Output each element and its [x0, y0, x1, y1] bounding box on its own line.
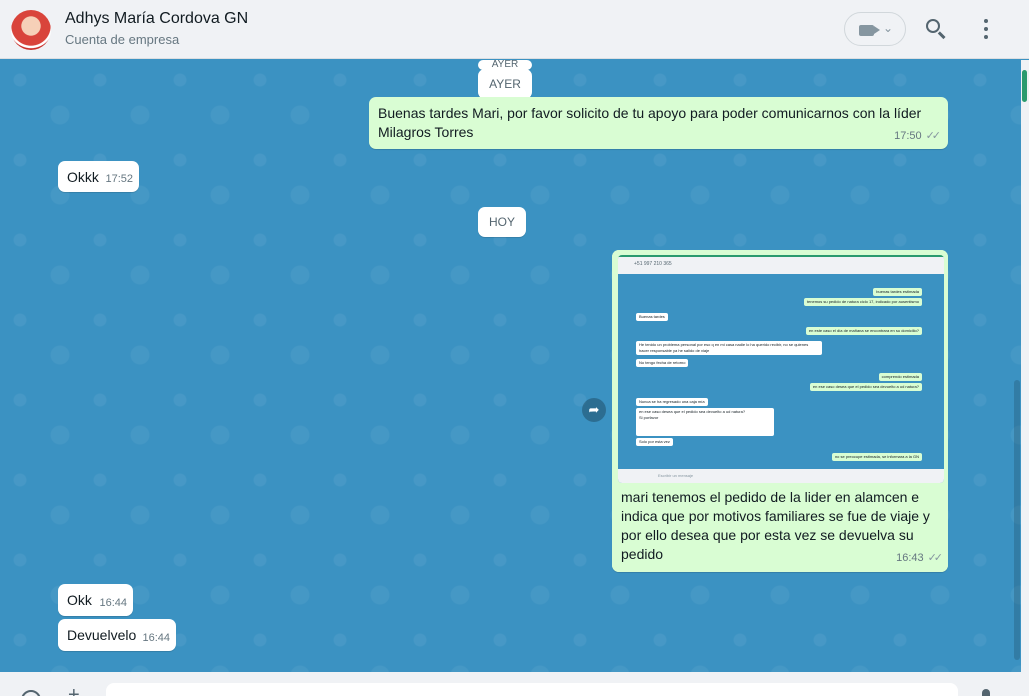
message-time: 17:50: [894, 130, 922, 142]
preview-message: Buenas tardes: [636, 313, 668, 321]
message-bubble-in[interactable]: Devuelvelo 16:44: [58, 619, 176, 651]
contact-name[interactable]: Adhys María Cordova GN: [65, 10, 248, 28]
double-check-icon: ✓✓: [927, 552, 944, 564]
avatar[interactable]: [11, 10, 51, 50]
message-time: 16:44: [99, 597, 127, 609]
message-text: Okk: [67, 592, 92, 608]
preview-message: en este caso el día de mañana se encontr…: [805, 327, 922, 335]
forward-arrow-icon[interactable]: ➦: [582, 398, 606, 422]
preview-title: +51 997 210 365: [634, 261, 672, 267]
preview-message: en ese caso desea que el pedido sea devu…: [809, 383, 922, 391]
preview-message: Nunca se ha regresado una caja mía: [636, 398, 708, 406]
preview-message: tenemos su pedido de natura ciclo 17, in…: [803, 298, 922, 306]
message-text: Buenas tardes Mari, por favor solicito d…: [378, 105, 922, 140]
preview-message: He tenido un problema personal por eso q…: [636, 341, 822, 355]
double-check-icon: ✓✓: [925, 130, 942, 142]
scrollbar-track[interactable]: [1021, 60, 1029, 672]
image-thumbnail[interactable]: +51 997 210 365 buenas tardes estimada t…: [618, 255, 944, 483]
preview-message: No tengo fecha de retorno: [636, 359, 689, 367]
video-call-button[interactable]: ⌄: [844, 12, 906, 46]
search-button[interactable]: [924, 17, 948, 41]
preview-header: +51 997 210 365: [618, 255, 944, 274]
kebab-menu-icon: [984, 19, 988, 23]
preview-message: buenas tardes estimada: [873, 288, 922, 296]
composer-bar: +: [0, 672, 1029, 696]
preview-message: no se preocupe estimada, se informara a …: [831, 453, 922, 461]
video-camera-icon: [859, 25, 874, 36]
chat-scrollbar[interactable]: [1014, 380, 1020, 660]
message-text: Devuelvelo: [67, 627, 137, 643]
emoji-icon[interactable]: [21, 690, 41, 696]
image-caption: mari tenemos el pedido de la lider en al…: [621, 489, 930, 562]
search-icon: [926, 19, 940, 33]
preview-message: en ese caso desea que el pedido sea devu…: [636, 408, 774, 436]
contact-subtitle: Cuenta de empresa: [65, 32, 180, 47]
date-chip-ayer: AYER: [478, 69, 532, 99]
preview-message: comprendo estimada: [878, 373, 922, 381]
scrollbar-thumb[interactable]: [1022, 70, 1027, 102]
message-bubble-in[interactable]: Okkk 17:52: [58, 161, 139, 192]
attach-plus-icon[interactable]: +: [68, 684, 80, 696]
message-text: Okkk: [67, 169, 99, 185]
menu-button[interactable]: [976, 18, 996, 40]
message-bubble-out[interactable]: Buenas tardes Mari, por favor solicito d…: [369, 97, 948, 149]
chevron-down-icon: ⌄: [883, 21, 894, 35]
message-time: 17:52: [105, 173, 133, 185]
message-time: 16:43: [896, 552, 924, 564]
chat-header: Adhys María Cordova GN Cuenta de empresa…: [0, 0, 1029, 59]
message-time: 16:44: [142, 632, 170, 644]
preview-message: Solo por esta vez: [636, 438, 673, 446]
message-input[interactable]: [106, 683, 958, 696]
message-bubble-in[interactable]: Okk 16:44: [58, 584, 133, 616]
preview-footer: Escribir un mensaje: [618, 469, 944, 483]
microphone-icon[interactable]: [982, 689, 990, 696]
date-chip-hoy: HOY: [478, 207, 526, 237]
